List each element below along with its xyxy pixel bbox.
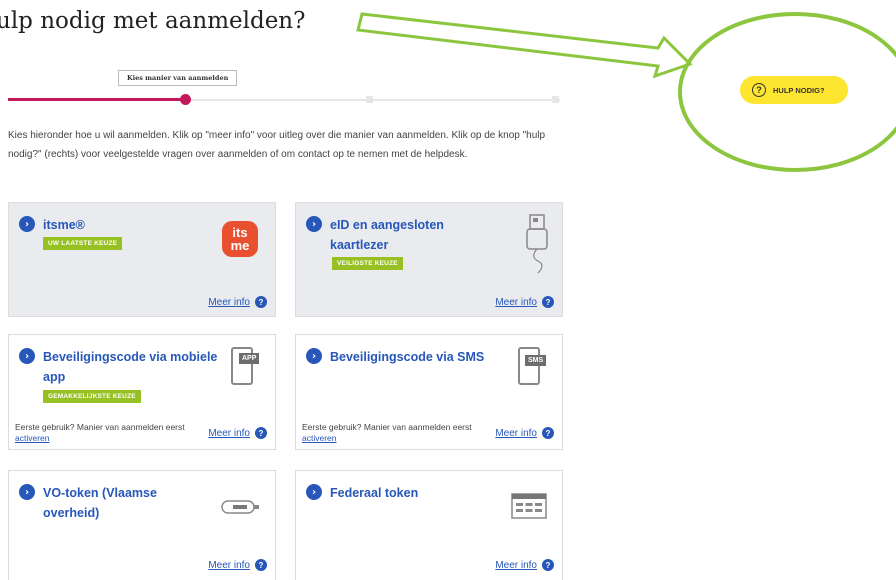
help-button[interactable]: ? HULP NODIG?	[740, 76, 848, 104]
intro-text: Kies hieronder hoe u wil aanmelden. Klik…	[8, 130, 546, 160]
meer-info-label: Meer info	[495, 427, 537, 439]
card-title: VO-token (Vlaamse overheid)	[43, 486, 157, 520]
meer-info-label: Meer info	[495, 296, 537, 308]
first-use-note: Eerste gebruik? Manier van aanmelden eer…	[302, 422, 492, 444]
phone-app-icon: APP	[231, 347, 260, 385]
info-icon: ?	[255, 296, 267, 308]
meer-info-link[interactable]: Meer info ?	[208, 559, 267, 571]
chevron-right-icon: ›	[306, 484, 322, 500]
card-badge: GEMAKKELIJKSTE KEUZE	[43, 390, 141, 403]
chevron-right-icon: ›	[306, 348, 322, 364]
info-icon: ?	[255, 559, 267, 571]
progress-fill	[8, 98, 186, 101]
meer-info-label: Meer info	[208, 559, 250, 571]
progress-current-dot	[180, 94, 191, 105]
meer-info-link[interactable]: Meer info ?	[208, 296, 267, 308]
card-title: Beveiligingscode via SMS	[330, 350, 485, 364]
help-button-label: HULP NODIG?	[773, 85, 825, 95]
chevron-right-icon: ›	[19, 216, 35, 232]
phone-app-icon-label: APP	[239, 353, 260, 364]
first-use-text: Eerste gebruik? Manier van aanmelden eer…	[302, 422, 472, 432]
card-reader-icon	[526, 214, 548, 274]
card-badge: VEILIGSTE KEUZE	[332, 257, 403, 270]
meer-info-label: Meer info	[208, 296, 250, 308]
meer-info-link[interactable]: Meer info ?	[495, 296, 554, 308]
chevron-right-icon: ›	[306, 216, 322, 232]
first-use-text: Eerste gebruik? Manier van aanmelden eer…	[15, 422, 185, 432]
step-label: Kies manier van aanmelden	[118, 70, 238, 86]
info-icon: ?	[542, 296, 554, 308]
meer-info-link[interactable]: Meer info ?	[495, 427, 554, 439]
question-circle-icon: ?	[752, 83, 766, 97]
annotation-arrow-icon	[356, 12, 693, 79]
page-heading: ulp nodig met aanmelden?	[0, 8, 306, 34]
meer-info-link[interactable]: Meer info ?	[208, 427, 267, 439]
card-title: eID en aangesloten kaartlezer	[330, 218, 444, 252]
info-icon: ?	[542, 559, 554, 571]
progress-step-2	[366, 96, 373, 103]
progress-step-3	[552, 96, 559, 103]
chevron-right-icon: ›	[19, 484, 35, 500]
card-eid[interactable]: › eID en aangesloten kaartlezer VEILIGST…	[295, 202, 563, 317]
activate-link[interactable]: activeren	[302, 433, 337, 443]
first-use-note: Eerste gebruik? Manier van aanmelden eer…	[15, 422, 205, 444]
token-grid-icon	[511, 493, 547, 519]
itsme-logo-icon: its me	[222, 221, 258, 257]
card-mobile-app[interactable]: › Beveiligingscode via mobiele app GEMAK…	[8, 334, 276, 450]
card-badge: UW LAATSTE KEUZE	[43, 237, 123, 250]
phone-sms-icon: SMS	[518, 347, 547, 385]
activate-link[interactable]: activeren	[15, 433, 50, 443]
meer-info-label: Meer info	[208, 427, 250, 439]
meer-info-link[interactable]: Meer info ?	[495, 559, 554, 571]
token-icon	[221, 500, 259, 514]
card-vo-token[interactable]: › VO-token (Vlaamse overheid) Meer info …	[8, 470, 276, 580]
card-itsme[interactable]: › itsme® UW LAATSTE KEUZE its me Meer in…	[8, 202, 276, 317]
card-sms[interactable]: › Beveiligingscode via SMS SMS Eerste ge…	[295, 334, 563, 450]
card-title: itsme®	[43, 218, 85, 232]
card-title: Federaal token	[330, 486, 419, 500]
card-title: Beveiligingscode via mobiele app	[43, 350, 218, 384]
chevron-right-icon: ›	[19, 348, 35, 364]
meer-info-label: Meer info	[495, 559, 537, 571]
card-federal-token[interactable]: › Federaal token Meer info ?	[295, 470, 563, 580]
info-icon: ?	[255, 427, 267, 439]
phone-sms-icon-label: SMS	[525, 355, 547, 366]
info-icon: ?	[542, 427, 554, 439]
